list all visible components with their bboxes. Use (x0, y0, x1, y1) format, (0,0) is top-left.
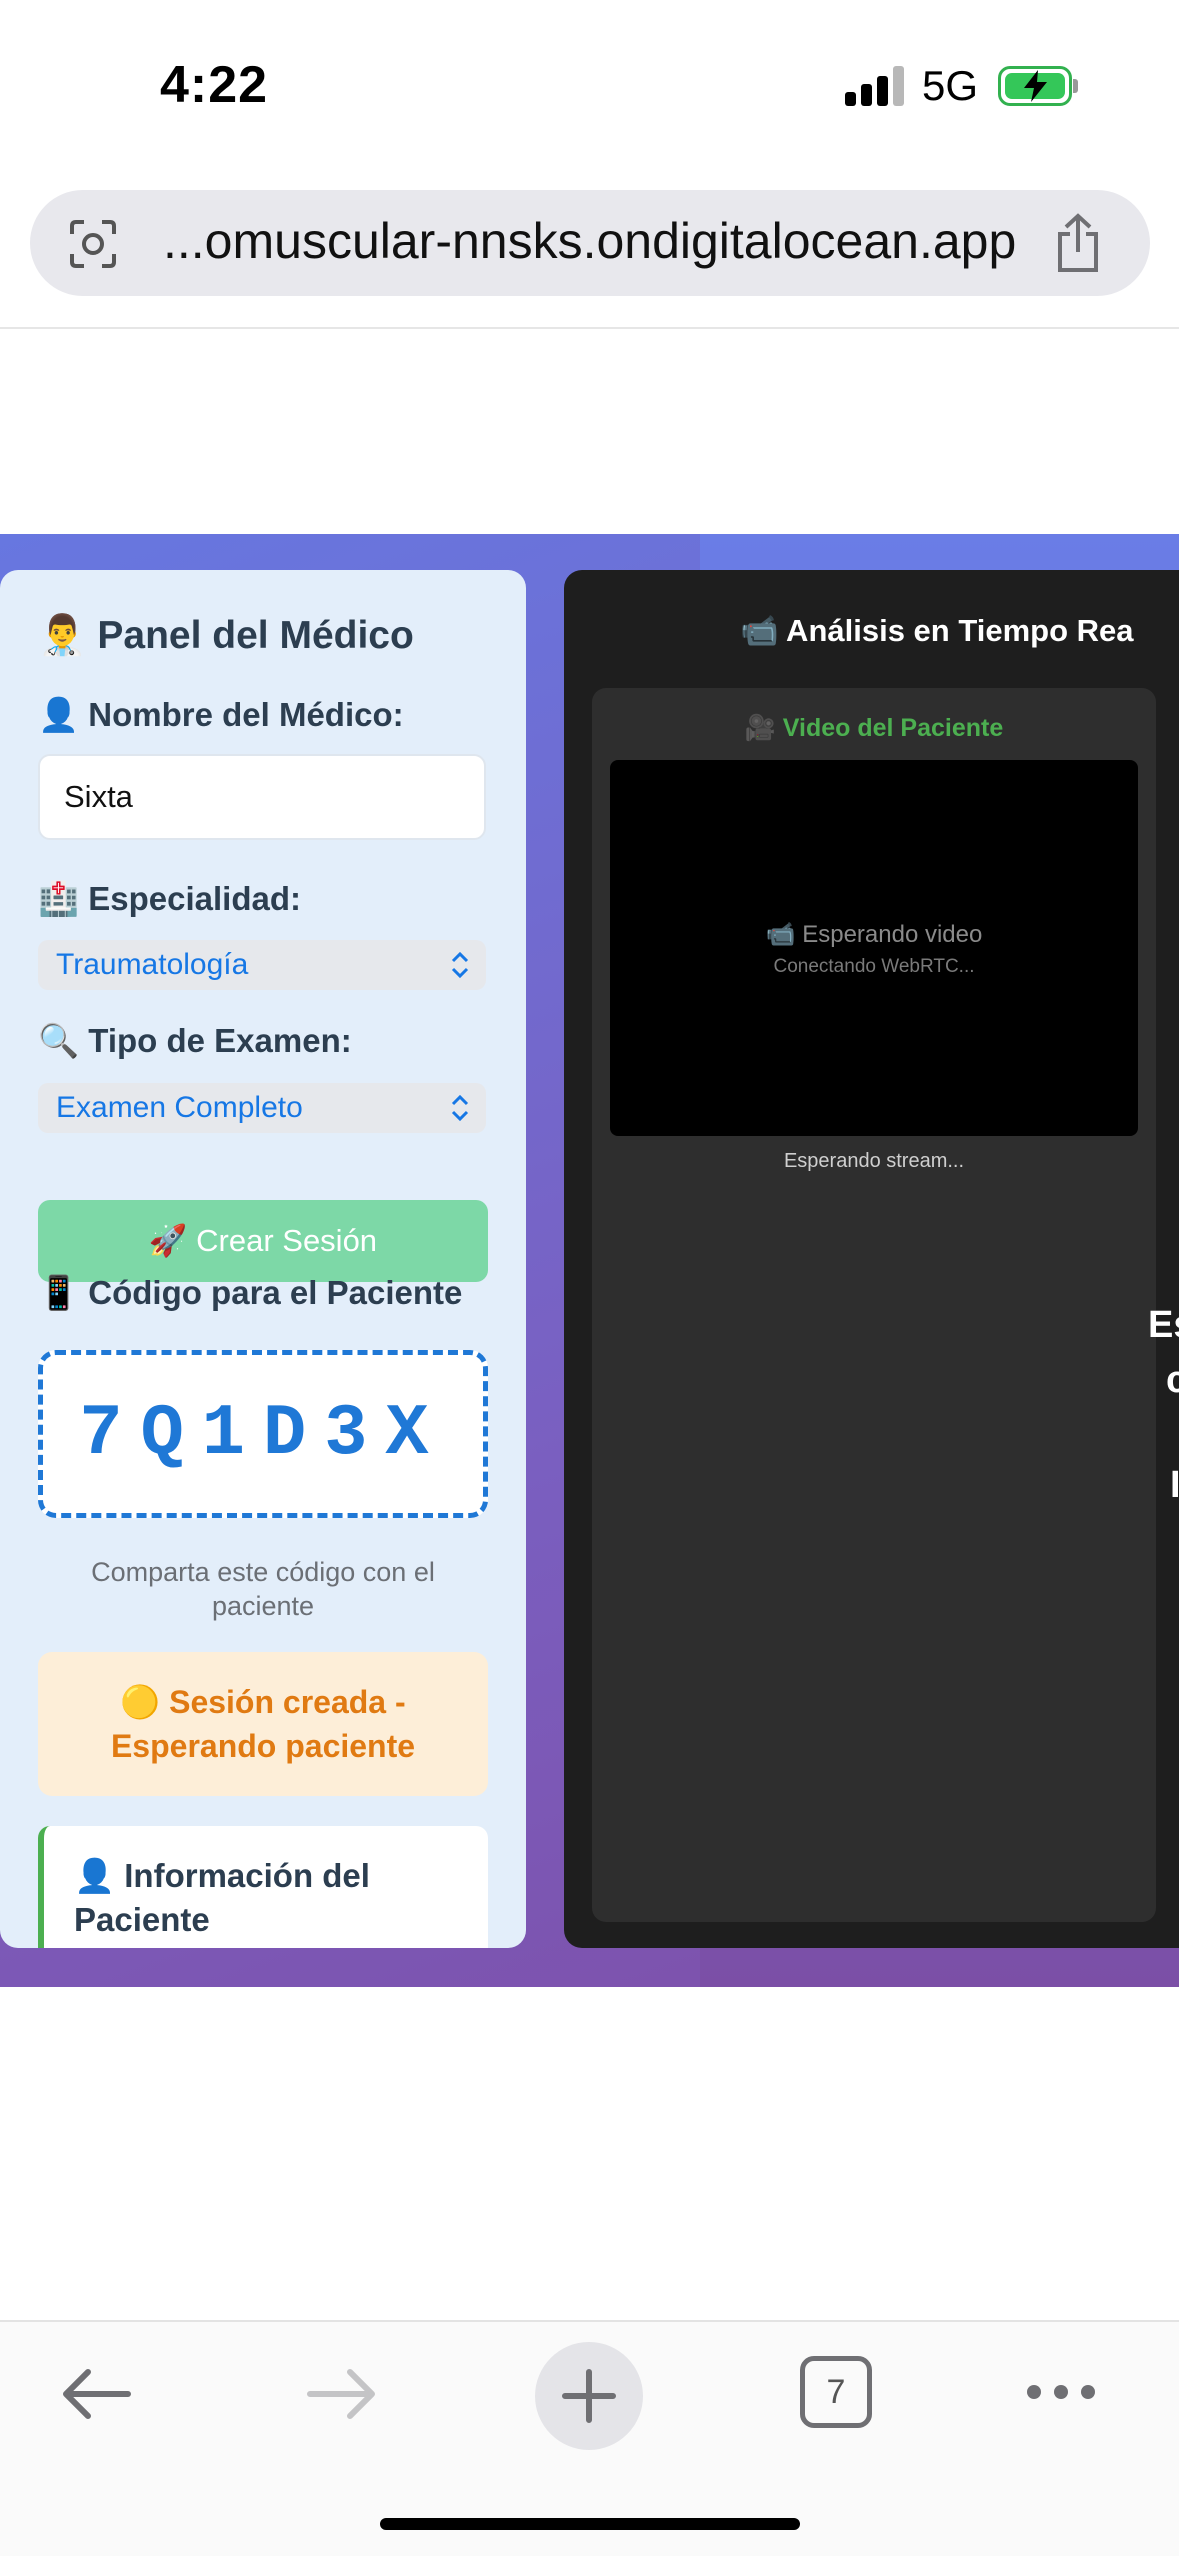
video-label: 🎥 Video del Paciente (744, 714, 1004, 742)
home-indicator (380, 2518, 800, 2530)
ios-status-bar: 4:22 5G (0, 0, 1179, 175)
forward-arrow-icon[interactable] (304, 2364, 380, 2424)
exam-type-select[interactable]: Examen Completo (38, 1083, 486, 1133)
specialty-value: Traumatología (56, 948, 249, 981)
analysis-panel: 📹 Análisis en Tiempo Rea 🎥 Video del Pac… (564, 570, 1179, 1948)
panel-title: 👨‍⚕️ Panel del Médico (38, 614, 414, 657)
doctor-panel: 👨‍⚕️ Panel del Médico 👤 Nombre del Médic… (0, 570, 526, 1948)
new-tab-button[interactable] (535, 2342, 643, 2450)
stream-status: Esperando stream... (783, 1150, 965, 1172)
plus-icon (562, 2369, 616, 2423)
camera-lens-icon[interactable] (66, 218, 120, 270)
chevron-updown-icon (451, 1094, 469, 1122)
back-arrow-icon[interactable] (58, 2364, 134, 2424)
specialty-select[interactable]: Traumatología (38, 940, 486, 990)
analysis-title: 📹 Análisis en Tiempo Rea (740, 613, 1134, 648)
clipped-text-fragment: c (1166, 1359, 1179, 1401)
clipped-text-fragment: I (1170, 1464, 1179, 1506)
doctor-name-label: 👤 Nombre del Médico: (38, 696, 404, 733)
patient-video-player[interactable]: 📹 Esperando video Conectando WebRTC... (610, 760, 1138, 1136)
code-hint: Comparta este código con el paciente (91, 1557, 435, 1621)
exam-type-label: 🔍 Tipo de Examen: (38, 1022, 352, 1059)
create-session-button[interactable]: 🚀 Crear Sesión (38, 1200, 488, 1282)
video-connecting-text: Conectando WebRTC... (773, 956, 975, 977)
chevron-updown-icon (451, 951, 469, 979)
status-time: 4:22 (160, 56, 269, 114)
network-type: 5G (922, 62, 979, 109)
status-line-1: 🟡 Sesión creada - (120, 1684, 406, 1720)
clipped-text-fragment: Es (1148, 1304, 1179, 1346)
specialty-label: 🏥 Especialidad: (38, 880, 302, 917)
doctor-name-input[interactable]: Sixta (38, 754, 486, 840)
signal-strength-icon (845, 66, 905, 106)
app-viewport: 👨‍⚕️ Panel del Médico 👤 Nombre del Médic… (0, 534, 1179, 1987)
address-bar[interactable]: ...omuscular-nnsks.ondigitalocean.app (30, 190, 1150, 296)
status-line-2: Esperando paciente (110, 1728, 416, 1764)
exam-type-value: Examen Completo (56, 1091, 303, 1124)
patient-video-card: 🎥 Video del Paciente 📹 Esperando video C… (592, 688, 1156, 1922)
more-dots-icon[interactable] (1024, 2382, 1098, 2402)
battery-charging-icon (998, 66, 1078, 106)
url-text[interactable]: ...omuscular-nnsks.ondigitalocean.app (163, 212, 1016, 270)
tabs-button[interactable]: 7 (800, 2356, 872, 2428)
session-code: 7Q1D3X (38, 1350, 488, 1518)
top-divider (0, 327, 1179, 329)
session-status-badge: 🟡 Sesión creada - Esperando paciente (38, 1652, 488, 1796)
video-waiting-text: 📹 Esperando video (765, 921, 983, 948)
share-icon[interactable] (1050, 212, 1106, 274)
patient-info-title: 👤 Información del Paciente (74, 1857, 370, 1938)
patient-code-label: 📱 Código para el Paciente (38, 1274, 463, 1311)
patient-info-card: 👤 Información del Paciente (38, 1826, 488, 1948)
